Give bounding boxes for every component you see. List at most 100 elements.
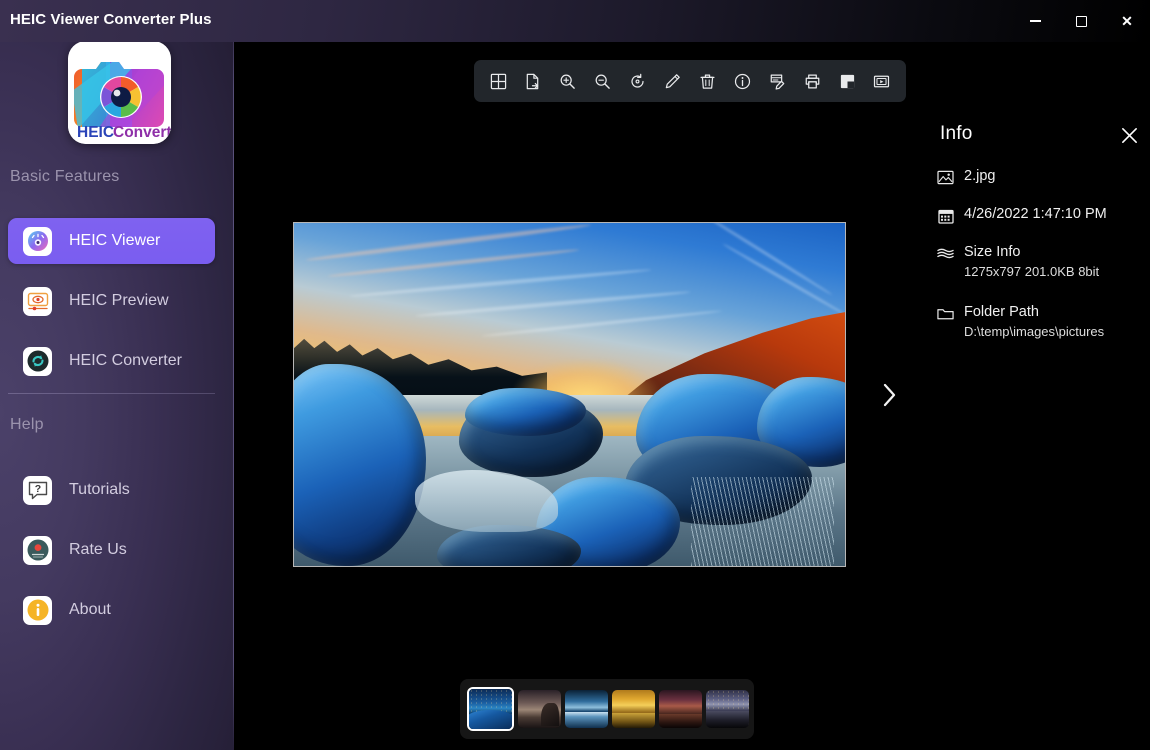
info-date-value: 4/26/2022 1:47:10 PM bbox=[964, 206, 1107, 222]
heic-converter-icon bbox=[23, 346, 52, 376]
sidebar: HEIC Converter Basic Features HEIC Viewe… bbox=[0, 0, 234, 750]
minimize-button[interactable] bbox=[1012, 0, 1058, 42]
sidebar-divider bbox=[8, 393, 215, 394]
thumbnail-image bbox=[565, 690, 608, 728]
rate-us-icon bbox=[23, 535, 52, 565]
image-viewport[interactable] bbox=[293, 222, 846, 567]
section-label-basic-features: Basic Features bbox=[10, 168, 120, 185]
info-row-date: 4/26/2022 1:47:10 PM bbox=[937, 206, 1149, 224]
chevron-right-icon bbox=[883, 383, 896, 407]
info-panel: Info 2.jpg 4/26/2022 1:47:10 PM Size Inf… bbox=[904, 110, 1150, 390]
info-button[interactable] bbox=[728, 67, 756, 95]
thumbnail-item-6[interactable] bbox=[706, 690, 749, 728]
zoom-in-icon bbox=[560, 74, 576, 89]
svg-text:HEIC: HEIC bbox=[77, 124, 114, 141]
delete-button[interactable] bbox=[693, 67, 721, 95]
main-stage: Info 2.jpg 4/26/2022 1:47:10 PM Size Inf… bbox=[234, 0, 1150, 750]
window-title: HEIC Viewer Converter Plus bbox=[10, 11, 212, 28]
thumbnail-item-3[interactable] bbox=[565, 690, 608, 728]
thumbnail-strip bbox=[460, 679, 754, 739]
maximize-icon bbox=[1075, 15, 1087, 27]
zoom-in-button[interactable] bbox=[554, 67, 582, 95]
trash-icon bbox=[700, 74, 715, 89]
info-file-name: 2.jpg bbox=[964, 168, 996, 184]
print-button[interactable] bbox=[798, 67, 826, 95]
minimize-icon bbox=[1029, 20, 1041, 22]
displayed-image bbox=[294, 223, 845, 566]
info-panel-title: Info bbox=[940, 123, 973, 144]
info-circle-icon bbox=[734, 73, 750, 89]
thumbnail-image bbox=[612, 690, 655, 728]
pencil-icon bbox=[665, 73, 680, 88]
thumbnail-foreground bbox=[565, 712, 608, 728]
grid-icon bbox=[490, 73, 506, 89]
sidebar-item-tutorials[interactable]: ? Tutorials bbox=[8, 467, 215, 513]
info-close-button[interactable] bbox=[1116, 122, 1142, 148]
sidebar-item-heic-viewer[interactable]: HEIC Viewer bbox=[8, 218, 215, 264]
thumbnail-foreground bbox=[706, 710, 749, 728]
close-icon: ✕ bbox=[1121, 13, 1133, 29]
app-window: HEIC Viewer Converter Plus ✕ HEIC Conver… bbox=[0, 0, 1150, 750]
file-export-icon bbox=[527, 73, 539, 89]
sidebar-item-label: Rate Us bbox=[69, 541, 127, 558]
info-folder-label: Folder Path bbox=[964, 304, 1039, 320]
sidebar-item-heic-preview[interactable]: HEIC Preview bbox=[8, 278, 215, 324]
folder-icon bbox=[937, 305, 954, 322]
svg-text:?: ? bbox=[34, 483, 40, 495]
calendar-icon bbox=[937, 207, 954, 224]
thumbnail-image bbox=[469, 689, 512, 729]
file-edit-icon bbox=[770, 73, 785, 90]
slideshow-button[interactable] bbox=[868, 67, 896, 95]
sidebar-item-rate-us[interactable]: Rate Us bbox=[8, 527, 215, 573]
zoom-out-button[interactable] bbox=[589, 67, 617, 95]
svg-text:Converter: Converter bbox=[113, 124, 171, 141]
info-row-file-name: 2.jpg bbox=[937, 168, 1149, 186]
thumbnail-item-5[interactable] bbox=[659, 690, 702, 728]
zoom-out-icon bbox=[595, 74, 611, 89]
open-file-button[interactable] bbox=[519, 67, 547, 95]
sidebar-item-label: About bbox=[69, 601, 111, 618]
image-toolbar bbox=[474, 60, 906, 102]
thumbnail-item-1[interactable] bbox=[467, 687, 514, 731]
maximize-button[interactable] bbox=[1058, 0, 1104, 42]
thumbnail-item-4[interactable] bbox=[612, 690, 655, 728]
slideshow-icon bbox=[874, 75, 890, 87]
thumbnail-image bbox=[659, 690, 702, 728]
info-folder-value: D:\temp\images\pictures bbox=[964, 324, 1105, 339]
rename-button[interactable] bbox=[763, 67, 791, 95]
question-bubble-icon: ? bbox=[23, 475, 52, 505]
sidebar-item-about[interactable]: About bbox=[8, 587, 215, 633]
background-button[interactable] bbox=[833, 67, 861, 95]
thumbnail-image bbox=[706, 690, 749, 728]
thumbnail-image bbox=[518, 690, 561, 728]
close-button[interactable]: ✕ bbox=[1104, 0, 1150, 42]
sidebar-item-label: HEIC Viewer bbox=[69, 232, 161, 249]
rotate-button[interactable] bbox=[624, 67, 652, 95]
section-label-help: Help bbox=[10, 416, 44, 433]
heic-converter-logo-icon: HEIC Converter bbox=[68, 41, 171, 144]
frosted-grass bbox=[690, 476, 834, 566]
ice-rock bbox=[464, 387, 587, 436]
edit-button[interactable] bbox=[659, 67, 687, 95]
info-row-folder: Folder Path D:\temp\images\pictures bbox=[937, 304, 1149, 339]
info-circle-icon bbox=[23, 595, 52, 625]
contrast-square-icon bbox=[840, 74, 854, 88]
grid-view-button[interactable] bbox=[484, 67, 512, 95]
rotate-icon bbox=[631, 73, 644, 88]
info-row-size: Size Info 1275x797 201.0KB 8bit bbox=[937, 244, 1149, 279]
sidebar-item-label: HEIC Converter bbox=[69, 352, 182, 369]
title-bar: HEIC Viewer Converter Plus ✕ bbox=[0, 0, 1150, 42]
info-size-label: Size Info bbox=[964, 244, 1021, 260]
thumbnail-foreground bbox=[612, 712, 655, 728]
printer-icon bbox=[805, 73, 820, 89]
thumbnail-item-2[interactable] bbox=[518, 690, 561, 728]
close-icon bbox=[1121, 127, 1137, 143]
thumbnail-foreground bbox=[469, 709, 512, 729]
sidebar-item-heic-converter[interactable]: HEIC Converter bbox=[8, 338, 215, 384]
layers-icon bbox=[937, 245, 954, 262]
image-icon bbox=[937, 169, 954, 186]
heic-viewer-icon bbox=[23, 226, 52, 256]
heic-preview-icon bbox=[23, 286, 52, 316]
app-logo: HEIC Converter bbox=[68, 41, 171, 144]
sidebar-item-label: HEIC Preview bbox=[69, 292, 169, 309]
